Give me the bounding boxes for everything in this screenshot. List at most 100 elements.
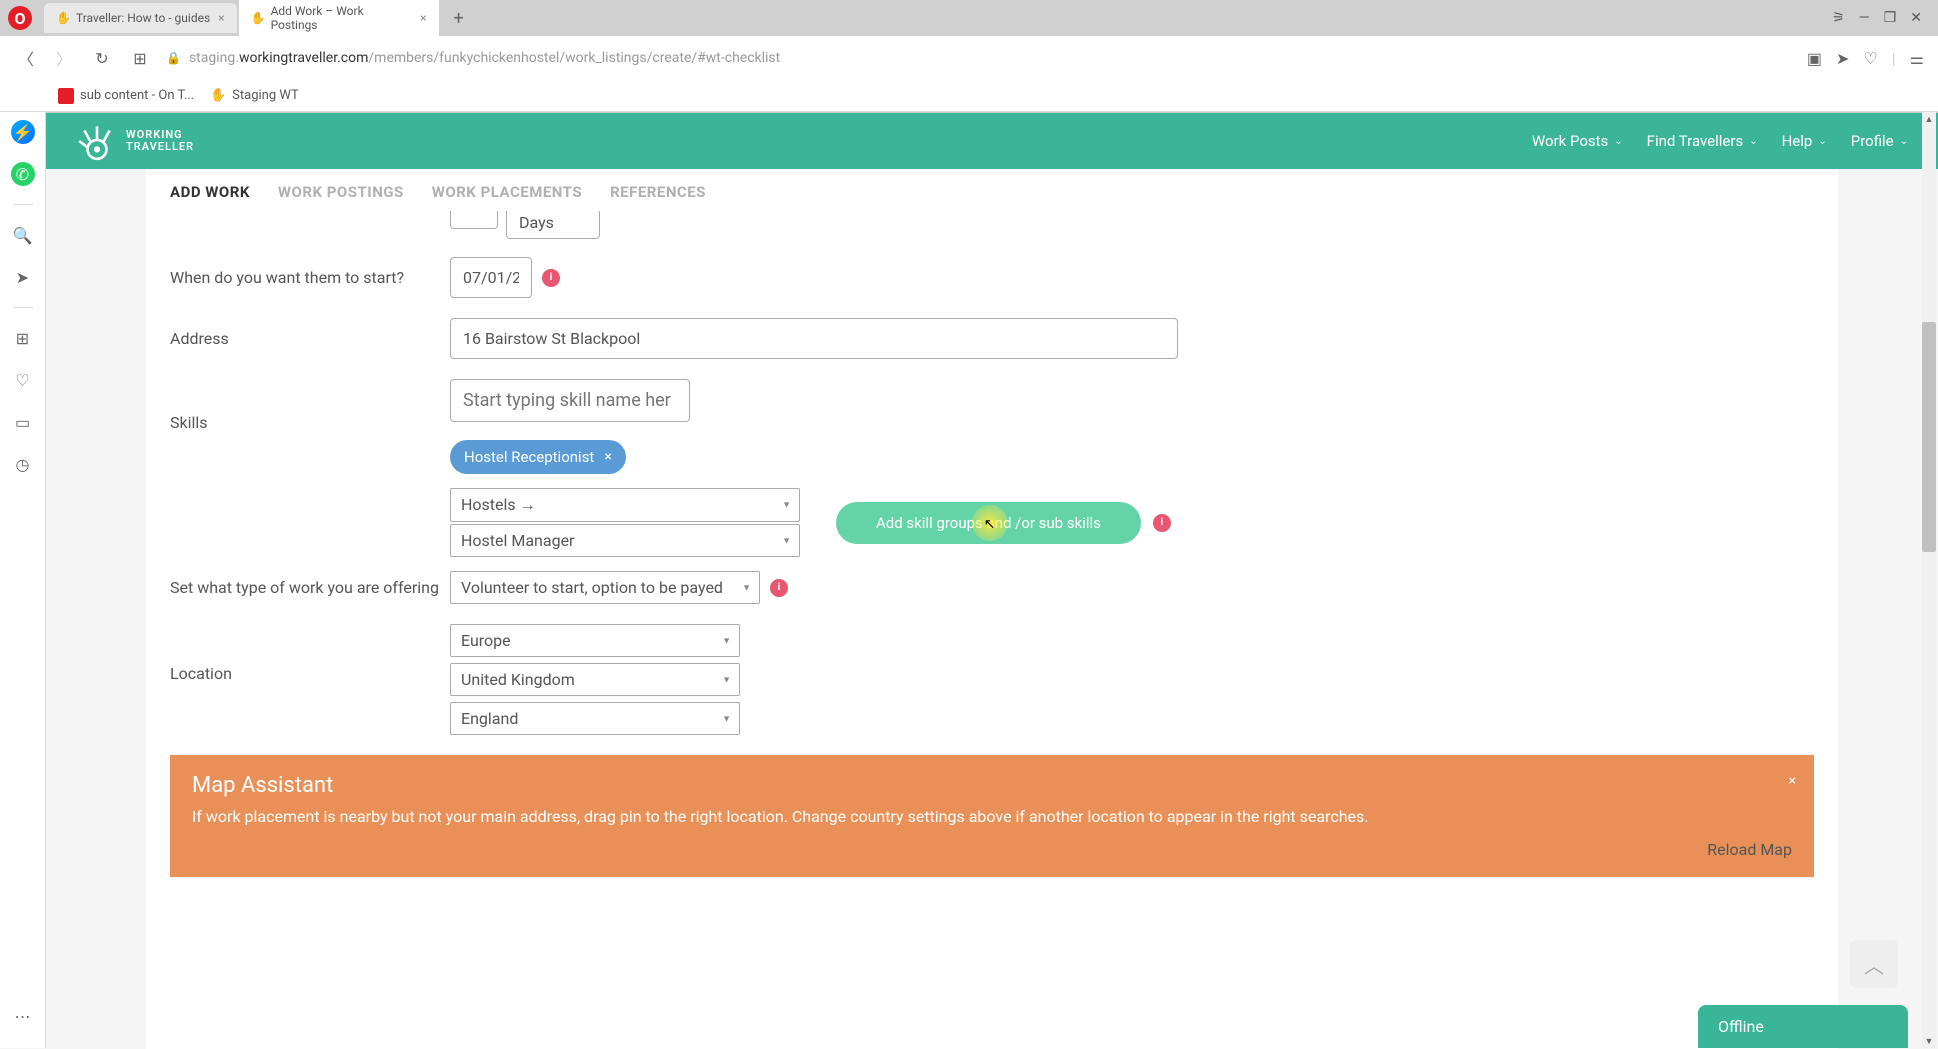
scrollbar-thumb[interactable] xyxy=(1922,322,1936,552)
bookmark-favicon-icon xyxy=(58,88,74,104)
heart-icon[interactable]: ♡ xyxy=(1863,49,1877,68)
tab-add-work[interactable]: ADD WORK xyxy=(170,183,250,201)
skill-group-select[interactable]: Hostels → xyxy=(450,488,800,522)
map-assistant-title: Map Assistant xyxy=(192,773,1792,798)
close-map-assistant-icon[interactable]: × xyxy=(1789,773,1796,789)
reload-map-link[interactable]: Reload Map xyxy=(192,840,1792,859)
skill-tag: Hostel Receptionist × xyxy=(450,440,626,474)
browser-tab-0[interactable]: ✋ Traveller: How to - guides × xyxy=(44,3,237,33)
country-select[interactable]: United Kingdom xyxy=(450,663,740,696)
tab-work-postings[interactable]: WORK POSTINGS xyxy=(278,183,404,201)
close-window-icon[interactable]: ✕ xyxy=(1910,10,1922,26)
close-tab-icon[interactable]: × xyxy=(218,11,224,25)
browser-tab-1[interactable]: ✋ Add Work – Work Postings × xyxy=(239,0,439,40)
nav-find-travellers[interactable]: Find Travellers⌄ xyxy=(1647,132,1758,150)
form-area: Days When do you want them to start? i A… xyxy=(146,211,1838,911)
tab-references[interactable]: REFERENCES xyxy=(610,183,706,201)
chat-widget[interactable]: Offline xyxy=(1698,1005,1908,1048)
chevron-down-icon: ⌄ xyxy=(1749,136,1757,147)
work-type-label: Set what type of work you are offering xyxy=(170,578,450,597)
reload-button[interactable]: ↻ xyxy=(90,46,114,70)
site-logo[interactable]: WORKING TRAVELLER xyxy=(76,120,194,162)
bookmarks-bar: sub content - On T... ✋ Staging WT xyxy=(0,80,1938,112)
close-tab-icon[interactable]: × xyxy=(420,11,426,25)
back-button[interactable]: 〈 xyxy=(14,46,38,70)
new-tab-button[interactable]: + xyxy=(445,4,473,32)
bookmark-label: sub content - On T... xyxy=(80,88,194,103)
main-nav: Work Posts⌄ Find Travellers⌄ Help⌄ Profi… xyxy=(1532,132,1908,150)
info-badge-icon[interactable]: i xyxy=(542,269,560,287)
start-date-label: When do you want them to start? xyxy=(170,268,450,287)
duration-unit-select[interactable]: Days xyxy=(506,211,600,239)
search-icon[interactable]: 🔍 xyxy=(11,223,35,247)
opera-logo-icon[interactable]: O xyxy=(8,6,32,30)
bookmark-label: Staging WT xyxy=(232,88,299,103)
main-container: WORKING TRAVELLER Work Posts⌄ Find Trave… xyxy=(46,113,1938,1049)
sidebar-divider xyxy=(13,204,33,205)
tab-title: Add Work – Work Postings xyxy=(271,4,413,32)
news-sidebar-icon[interactable]: ▭ xyxy=(11,410,35,434)
speed-dial-icon[interactable]: ⊞ xyxy=(128,46,152,70)
nav-profile[interactable]: Profile⌄ xyxy=(1851,132,1908,150)
opera-sidebar: ⚡ ✆ 🔍 ➤ ⊞ ♡ ▭ ◷ ⋯ xyxy=(0,112,46,1048)
bookmark-item-0[interactable]: sub content - On T... xyxy=(58,88,194,104)
url-bar[interactable]: 🔒 staging.workingtraveller.com/members/f… xyxy=(166,50,1793,66)
speed-dial-sidebar-icon[interactable]: ⊞ xyxy=(11,326,35,350)
scroll-to-top-button[interactable]: ︿ xyxy=(1850,940,1898,988)
add-skill-button[interactable]: Add skill groups and /or sub skills ↖ xyxy=(836,502,1141,544)
content-wrapper: ADD WORK WORK POSTINGS WORK PLACEMENTS R… xyxy=(146,169,1838,1049)
sidebar-divider xyxy=(13,307,33,308)
bookmark-item-1[interactable]: ✋ Staging WT xyxy=(210,88,299,104)
tab-favicon-icon: ✋ xyxy=(251,11,265,25)
send-sidebar-icon[interactable]: ➤ xyxy=(11,265,35,289)
nav-work-posts[interactable]: Work Posts⌄ xyxy=(1532,132,1623,150)
address-bar-actions: ▣ ➤ ♡ | ⚌ xyxy=(1807,49,1924,68)
tab-title: Traveller: How to - guides xyxy=(76,11,210,25)
address-bar: 〈 〉 ↻ ⊞ 🔒 staging.workingtraveller.com/m… xyxy=(0,36,1938,80)
info-badge-icon[interactable]: i xyxy=(1153,514,1171,532)
chevron-down-icon: ⌄ xyxy=(1900,136,1908,147)
info-badge-icon[interactable]: i xyxy=(770,579,788,597)
address-input[interactable] xyxy=(450,318,1178,359)
scrollbar-track[interactable]: ▲ ▼ xyxy=(1922,112,1936,1048)
browser-chrome: O ✋ Traveller: How to - guides × ✋ Add W… xyxy=(0,0,1938,113)
address-label: Address xyxy=(170,329,450,348)
tab-work-placements[interactable]: WORK PLACEMENTS xyxy=(432,183,582,201)
form-row-address: Address xyxy=(170,318,1814,359)
skill-search-input[interactable] xyxy=(450,379,690,422)
nav-help[interactable]: Help⌄ xyxy=(1782,132,1827,150)
messenger-icon[interactable]: ⚡ xyxy=(11,120,35,144)
bookmarks-sidebar-icon[interactable]: ♡ xyxy=(11,368,35,392)
continent-select[interactable]: Europe xyxy=(450,624,740,657)
region-select[interactable]: England xyxy=(450,702,740,735)
scroll-down-icon[interactable]: ▼ xyxy=(1922,1034,1936,1048)
form-row-skills: Skills Hostel Receptionist × Hostels → H… xyxy=(170,379,1814,557)
location-label: Location xyxy=(170,624,450,683)
tab-bar: O ✋ Traveller: How to - guides × ✋ Add W… xyxy=(0,0,1938,36)
tab-favicon-icon: ✋ xyxy=(56,11,70,25)
minimize-icon[interactable]: — xyxy=(1859,10,1870,26)
logo-text: WORKING TRAVELLER xyxy=(126,129,194,153)
easy-setup-icon[interactable]: ⚌ xyxy=(1910,49,1924,68)
remove-skill-icon[interactable]: × xyxy=(604,449,611,465)
scroll-up-icon[interactable]: ▲ xyxy=(1922,112,1936,126)
snapshot-icon[interactable]: ▣ xyxy=(1807,49,1822,68)
window-controls: ⚞ — ❐ ✕ xyxy=(1832,10,1930,26)
work-type-select[interactable]: Volunteer to start, option to be payed xyxy=(450,571,760,604)
lock-icon: 🔒 xyxy=(166,51,181,65)
whatsapp-icon[interactable]: ✆ xyxy=(11,162,35,186)
skills-label: Skills xyxy=(170,379,450,432)
maximize-icon[interactable]: ❐ xyxy=(1884,10,1897,26)
more-sidebar-icon[interactable]: ⋯ xyxy=(11,1004,35,1028)
wt-logo-icon xyxy=(76,120,118,162)
tabs-menu-icon[interactable]: ⚞ xyxy=(1832,10,1845,26)
history-sidebar-icon[interactable]: ◷ xyxy=(11,452,35,476)
content-tabs: ADD WORK WORK POSTINGS WORK PLACEMENTS R… xyxy=(146,169,1838,211)
skill-tag-label: Hostel Receptionist xyxy=(464,448,594,466)
form-row-location: Location Europe United Kingdom England xyxy=(170,624,1814,735)
site-header: WORKING TRAVELLER Work Posts⌄ Find Trave… xyxy=(46,113,1938,169)
send-icon[interactable]: ➤ xyxy=(1836,49,1849,68)
duration-number-input[interactable] xyxy=(450,211,498,229)
start-date-input[interactable] xyxy=(450,257,532,298)
skill-subgroup-select[interactable]: Hostel Manager xyxy=(450,524,800,557)
